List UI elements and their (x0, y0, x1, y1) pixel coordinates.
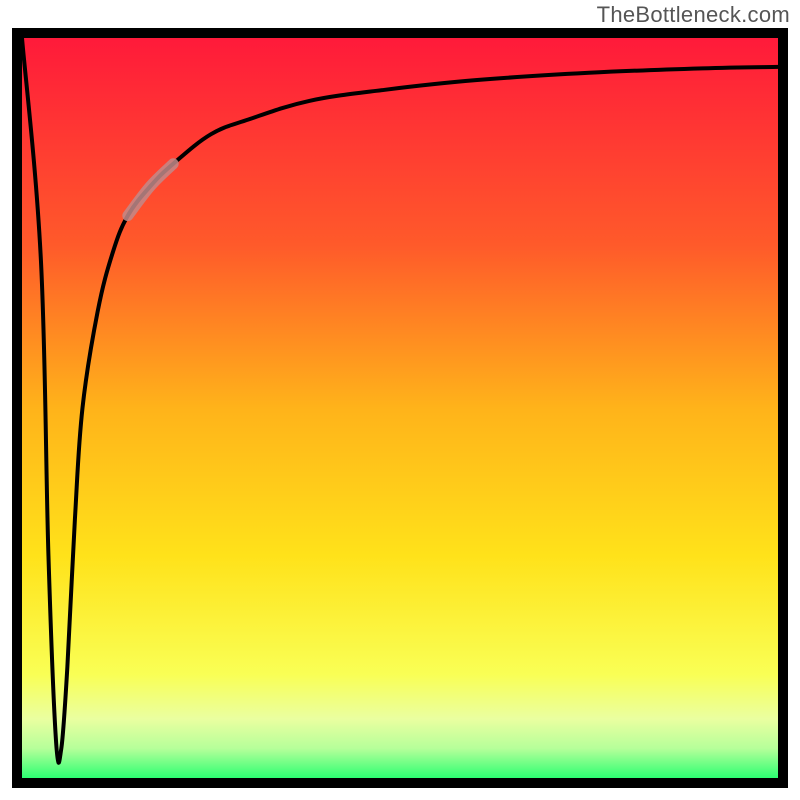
highlight-segment (128, 164, 173, 216)
bottleneck-curve (22, 38, 778, 763)
chart-curve-layer (22, 38, 778, 778)
attribution-text: TheBottleneck.com (597, 2, 790, 28)
chart-plot-area (22, 38, 778, 778)
chart-frame (12, 28, 788, 788)
